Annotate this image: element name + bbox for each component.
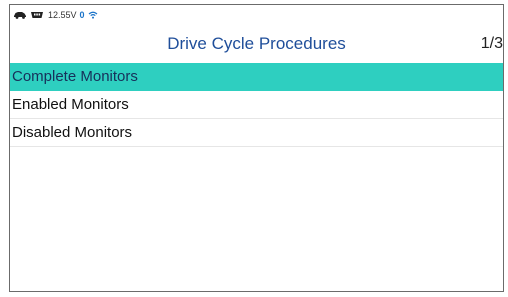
status-bar: 12.55V 0 xyxy=(10,5,503,25)
status-count: 0 xyxy=(79,10,85,20)
car-icon xyxy=(13,11,27,19)
wifi-icon xyxy=(88,11,98,19)
header: Drive Cycle Procedures 1/3 xyxy=(10,29,503,61)
menu-item-disabled-monitors[interactable]: Disabled Monitors xyxy=(10,119,503,147)
menu-item-complete-monitors[interactable]: Complete Monitors xyxy=(10,63,503,91)
page-title: Drive Cycle Procedures xyxy=(167,34,346,53)
page-indicator: 1/3 xyxy=(480,35,503,52)
obd-connector-icon xyxy=(30,11,44,19)
menu-item-enabled-monitors[interactable]: Enabled Monitors xyxy=(10,91,503,119)
battery-voltage: 12.55V xyxy=(48,10,77,20)
device-screen: 12.55V 0 Drive Cycle Procedures 1/3 Comp… xyxy=(9,4,504,292)
menu-list: Complete Monitors Enabled Monitors Disab… xyxy=(10,63,503,147)
